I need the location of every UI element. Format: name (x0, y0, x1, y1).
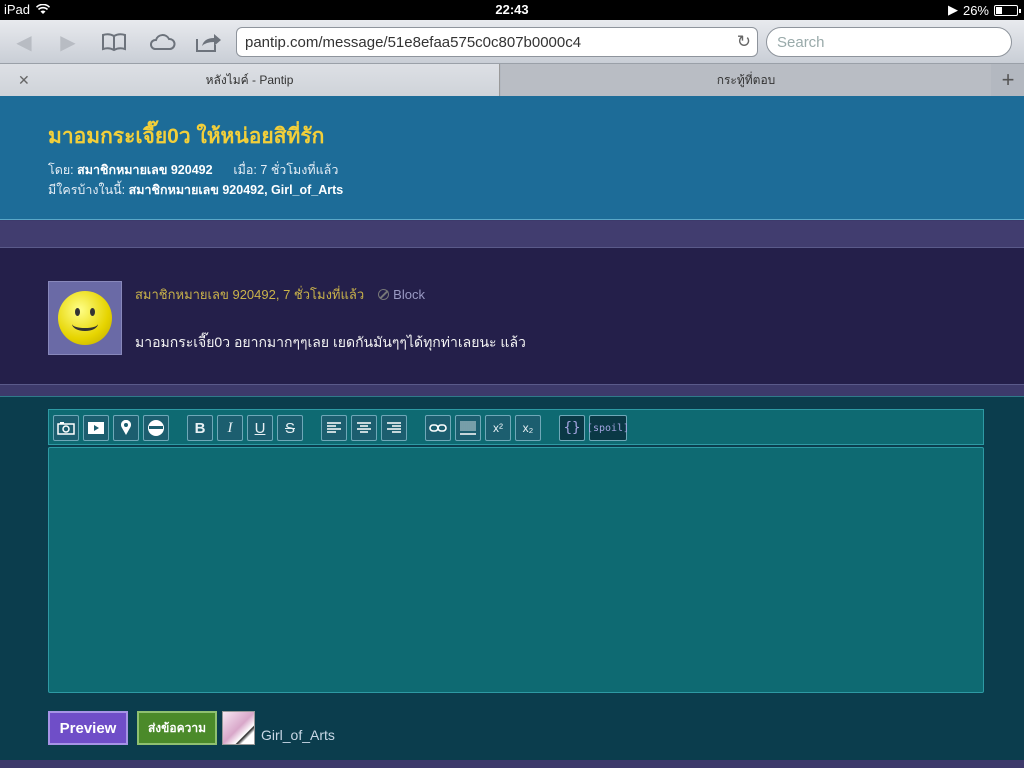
battery-icon (994, 4, 1021, 16)
editor-toolbar: B I U S x² x₂ {} [spoil] (48, 409, 984, 445)
spoiler-button[interactable]: [spoil] (587, 415, 629, 441)
topic-meta: โดย: สมาชิกหมายเลข 920492 เมื่อ: 7 ชั่วโ… (48, 160, 338, 180)
underline-button[interactable]: U (247, 415, 273, 441)
avatar[interactable] (48, 281, 122, 355)
reply-text: มาอมกระเจี๊ย0ว อยากมากๆๆเลย เยดกันมันๆๆไ… (135, 334, 526, 350)
tab-inactive[interactable]: กระทู้ที่ตอบ (501, 64, 991, 96)
bookmarks-icon[interactable] (100, 28, 128, 56)
page-title: มาอมกระเจี๊ย0ว ให้หน่อยสิที่รัก (48, 125, 325, 148)
play-icon: ▶ (947, 2, 958, 17)
search-input[interactable]: Search (766, 27, 1012, 57)
user-avatar (222, 711, 255, 745)
bold-button[interactable]: B (187, 415, 213, 441)
camera-icon[interactable] (53, 415, 79, 441)
tab-bar: ✕ หลังไมค์ - Pantip กระทู้ที่ตอบ + (0, 64, 1024, 96)
preview-button[interactable]: Preview (48, 711, 128, 745)
reply-card: สมาชิกหมายเลข 920492, 7 ชั่วโมงที่แล้ว B… (0, 247, 1024, 385)
when-value: 7 ชั่วโมงที่แล้ว (260, 163, 339, 177)
topic-header: มาอมกระเจี๊ย0ว ให้หน่อยสิที่รัก โดย: สมา… (0, 96, 1024, 220)
address-bar[interactable]: pantip.com/message/51e8efaa575c0c807b000… (236, 27, 758, 57)
code-button[interactable]: {} (559, 415, 585, 441)
send-button[interactable]: ส่งข้อความ (137, 711, 217, 745)
block-button[interactable]: Block (378, 287, 425, 302)
video-icon[interactable] (83, 415, 109, 441)
status-bar: iPad 22:43 ▶ 26% (0, 0, 1024, 20)
forward-icon[interactable]: ▶ (54, 28, 82, 56)
block-label: Block (393, 287, 425, 302)
share-icon[interactable] (194, 28, 222, 56)
back-icon[interactable]: ◀ (10, 28, 38, 56)
url-text: pantip.com/message/51e8efaa575c0c807b000… (245, 34, 582, 51)
superscript-button[interactable]: x² (485, 415, 511, 441)
participants-label: มีใครบ้างในนี้: (48, 183, 126, 197)
message-textarea[interactable] (48, 447, 984, 693)
author-link[interactable]: สมาชิกหมายเลข 920492 (77, 163, 212, 177)
tab-active[interactable]: ✕ หลังไมค์ - Pantip (0, 64, 500, 96)
current-username: Girl_of_Arts (261, 727, 335, 743)
align-left-icon[interactable] (321, 415, 347, 441)
search-placeholder: Search (777, 34, 825, 51)
participants: มีใครบ้างในนี้: สมาชิกหมายเลข 920492, Gi… (48, 180, 343, 200)
status-right: ▶ 26% (947, 2, 1021, 18)
new-tab-icon[interactable]: + (992, 64, 1024, 96)
strikethrough-button[interactable]: S (277, 415, 303, 441)
subscript-button[interactable]: x₂ (515, 415, 541, 441)
align-center-icon[interactable] (351, 415, 377, 441)
reply-author-time[interactable]: สมาชิกหมายเลข 920492, 7 ชั่วโมงที่แล้ว (135, 284, 364, 305)
icloud-tabs-icon[interactable] (148, 28, 176, 56)
close-tab-icon[interactable]: ✕ (18, 72, 30, 89)
tab-label: หลังไมค์ - Pantip (205, 72, 294, 87)
align-right-icon[interactable] (381, 415, 407, 441)
divider (0, 221, 1024, 247)
italic-button[interactable]: I (217, 415, 243, 441)
page-content: มาอมกระเจี๊ย0ว ให้หน่อยสิที่รัก โดย: สมา… (0, 96, 1024, 768)
clock: 22:43 (495, 2, 529, 17)
smiley-icon (58, 291, 112, 345)
battery-percent: 26% (962, 2, 989, 18)
link-icon[interactable] (425, 415, 451, 441)
emoticon-icon[interactable] (143, 415, 169, 441)
reply-editor: B I U S x² x₂ {} [spoil] Preview ส่งข้อค… (0, 396, 1024, 760)
horizontal-rule-icon[interactable] (455, 415, 481, 441)
by-label: โดย: (48, 163, 74, 177)
when-label: เมื่อ: (233, 163, 257, 177)
browser-toolbar: ◀ ▶ pantip.com/message/51e8efaa575c0c807… (0, 20, 1024, 64)
map-pin-icon[interactable] (113, 415, 139, 441)
block-icon (378, 289, 390, 300)
reload-icon[interactable]: ↻ (737, 32, 751, 52)
tab-label: กระทู้ที่ตอบ (716, 72, 776, 87)
participants-list: สมาชิกหมายเลข 920492, Girl_of_Arts (128, 183, 344, 197)
reply-meta: สมาชิกหมายเลข 920492, 7 ชั่วโมงที่แล้ว B… (135, 284, 425, 305)
